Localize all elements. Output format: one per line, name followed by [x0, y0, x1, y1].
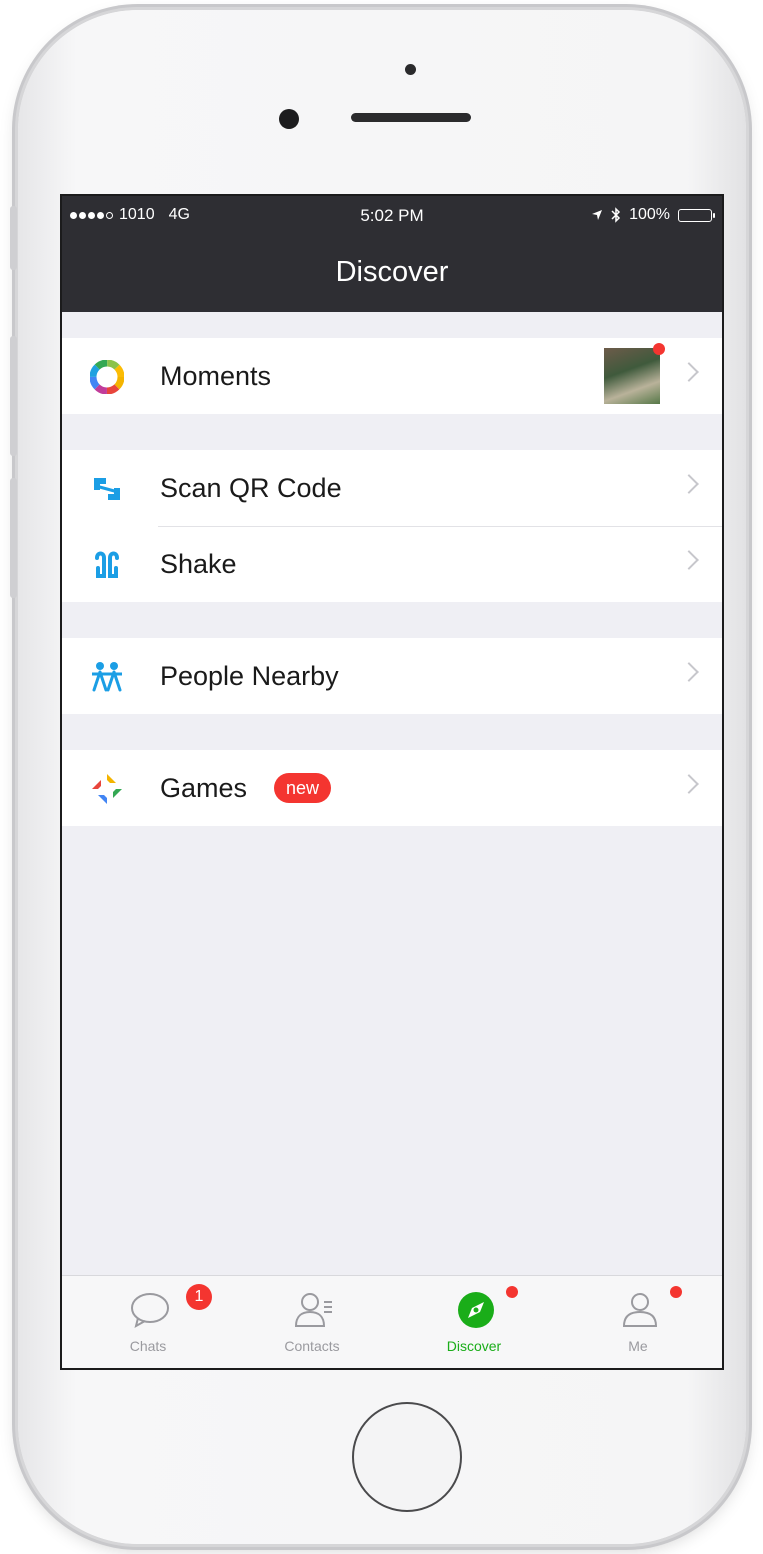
chevron-right-icon: [679, 774, 699, 794]
games-row[interactable]: Games new: [62, 750, 722, 826]
tab-discover[interactable]: Discover: [414, 1276, 534, 1368]
chevron-right-icon: [679, 550, 699, 570]
page-title: Discover: [335, 256, 449, 288]
battery-icon: [678, 208, 715, 222]
games-group: Games new: [62, 750, 722, 826]
shake-label: Shake: [160, 548, 237, 579]
people-nearby-label: People Nearby: [160, 660, 339, 691]
chevron-right-icon: [679, 662, 699, 682]
tab-contacts[interactable]: Contacts: [252, 1276, 372, 1368]
earpiece-speaker: [351, 113, 471, 122]
compass-icon: [458, 1292, 494, 1328]
person-icon: [622, 1293, 658, 1327]
tab-me[interactable]: Me: [578, 1276, 698, 1368]
people-nearby-row[interactable]: People Nearby: [62, 638, 722, 714]
games-icon: [92, 774, 122, 804]
status-bar: 1010 4G 5:02 PM 100%: [62, 206, 722, 234]
moments-thumbnail: [604, 343, 665, 404]
shake-icon: [95, 551, 119, 578]
battery-percentage: 100%: [629, 206, 670, 223]
me-unread-dot: [670, 1286, 682, 1298]
chevron-right-icon: [679, 474, 699, 494]
moments-group: Moments: [62, 338, 722, 414]
tab-me-label: Me: [628, 1338, 648, 1354]
location-arrow-icon: [592, 210, 603, 220]
home-button[interactable]: [352, 1402, 462, 1512]
mute-switch: [10, 206, 17, 270]
chevron-right-icon: [679, 362, 699, 382]
scan-qr-row[interactable]: Scan QR Code: [62, 450, 722, 526]
chat-bubble-icon: [131, 1293, 169, 1328]
moments-unread-dot: [653, 343, 665, 355]
moments-label: Moments: [160, 360, 272, 391]
tab-contacts-label: Contacts: [284, 1338, 340, 1354]
tab-chats[interactable]: 1 Chats: [88, 1276, 212, 1368]
shake-row[interactable]: Shake: [62, 526, 722, 602]
phone-screen: 1010 4G 5:02 PM 100% Discover Moments Sc…: [60, 194, 724, 1370]
volume-down-button: [10, 478, 17, 598]
proximity-sensor: [405, 64, 416, 75]
moments-aperture-icon: [90, 360, 124, 394]
scan-qr-icon: [94, 478, 120, 500]
tab-bar: 1 Chats Contacts Discover Me: [62, 1275, 722, 1368]
people-nearby-icon: [92, 662, 122, 692]
new-badge: new: [274, 773, 332, 803]
chats-unread-badge: 1: [186, 1284, 212, 1310]
discover-unread-dot: [506, 1286, 518, 1298]
volume-up-button: [10, 336, 17, 456]
front-camera: [279, 109, 299, 129]
discover-list: Moments Scan QR Code Shake People Nearby…: [62, 312, 722, 1276]
moments-row[interactable]: Moments: [62, 338, 722, 414]
navigation-bar: 1010 4G 5:02 PM 100% Discover: [62, 196, 722, 312]
people-nearby-group: People Nearby: [62, 638, 722, 714]
contacts-icon: [294, 1293, 332, 1327]
tab-chats-label: Chats: [129, 1338, 167, 1354]
bluetooth-icon: [611, 207, 621, 223]
scan-qr-label: Scan QR Code: [160, 472, 342, 503]
games-label: Games: [160, 772, 248, 803]
scan-shake-group: Scan QR Code Shake: [62, 450, 722, 602]
tab-discover-label: Discover: [446, 1338, 502, 1354]
